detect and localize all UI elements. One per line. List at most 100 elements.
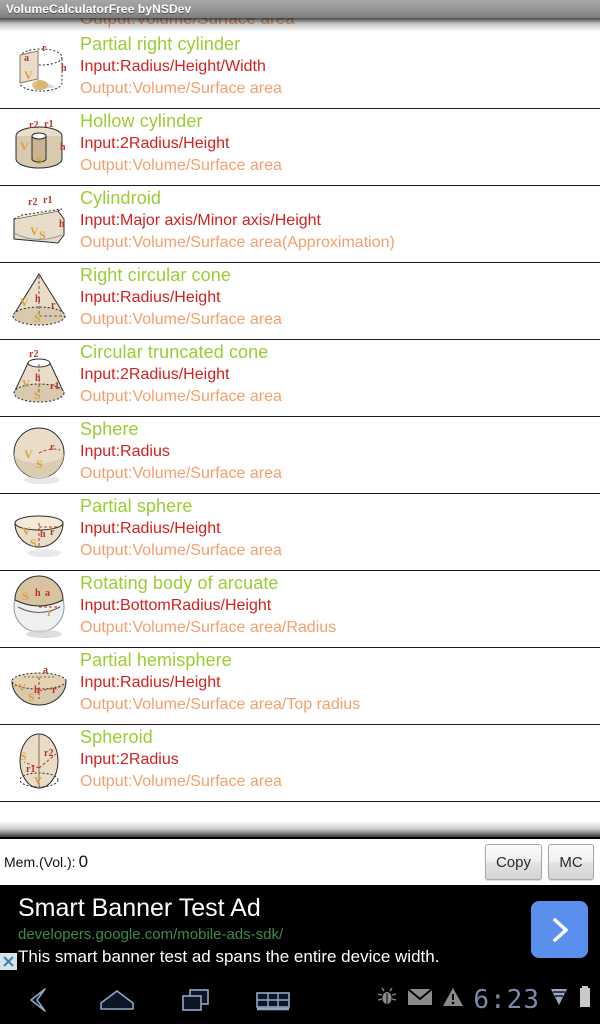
list-item-text: Spheroid Input:2Radius Output:Volume/Surfa…	[80, 725, 600, 793]
list-item-output: Output:Volume/Surface area	[80, 157, 282, 174]
list-item-input: Input:Radius	[80, 443, 170, 460]
keyboard-icon[interactable]	[234, 986, 312, 1014]
list-item-input: Input:Major axis/Minor axis/Height	[80, 212, 321, 229]
partial-hemisphere-icon: ah r VS	[4, 651, 74, 721]
status-icons: 6:23	[376, 985, 600, 1015]
clipped-previous-row: Output:Volume/Surface area	[0, 18, 600, 31]
right-circular-cone-icon: hr VS	[4, 266, 74, 336]
page-title: VolumeCalculatorFree byNSDev	[6, 2, 192, 16]
svg-text:r: r	[42, 43, 47, 54]
svg-text:S: S	[20, 749, 27, 763]
svg-text:r: r	[50, 442, 55, 453]
ad-description: This smart banner test ad spans the enti…	[18, 947, 440, 966]
svg-text:a: a	[43, 665, 48, 676]
list-item-title: Spheroid	[80, 727, 153, 747]
list-item[interactable]: hr VS Right circular cone Input:Radius/He…	[0, 263, 600, 340]
list-item-text: Circular truncated cone Input:2Radius/Hei…	[80, 340, 600, 408]
list-item[interactable]: hr VS Partial sphere Input:Radius/Height O…	[0, 494, 600, 571]
svg-text:r1: r1	[26, 764, 35, 775]
svg-text:S: S	[36, 153, 43, 167]
circular-truncated-cone-icon: r2 h r1 VS	[4, 343, 74, 413]
svg-text:h: h	[34, 685, 40, 696]
list-item[interactable]: r2 h r1 VS Circular truncated cone Input:2R…	[0, 340, 600, 417]
list-item[interactable]: r2 r1 SV Spheroid Input:2Radius Output:Volu…	[0, 725, 600, 802]
svg-text:V: V	[20, 295, 29, 309]
list-bottom-shadow	[0, 821, 600, 837]
svg-text:S: S	[34, 388, 41, 402]
list-item-output: Output:Volume/Surface area(Approximation…	[80, 234, 395, 251]
partial-right-cylinder-icon: a r h V	[4, 35, 74, 105]
svg-text:r2: r2	[28, 197, 37, 208]
list-item-text: Partial right cylinder Input:Radius/Heigh…	[80, 32, 600, 100]
svg-text:r2: r2	[44, 748, 53, 759]
svg-text:V: V	[30, 224, 39, 238]
list-item-text: Partial hemisphere Input:Radius/Height Out…	[80, 648, 600, 716]
list-item[interactable]: ah r VS Partial hemisphere Input:Radius/He…	[0, 648, 600, 725]
svg-text:h: h	[35, 373, 41, 384]
recent-apps-icon[interactable]	[156, 986, 234, 1014]
svg-text:r1: r1	[44, 119, 53, 130]
svg-text:S: S	[28, 690, 35, 704]
svg-text:h: h	[35, 294, 41, 305]
mail-icon	[407, 987, 434, 1012]
memory-bar: Mem.(Vol.): 0 Copy MC	[0, 837, 600, 885]
svg-text:a: a	[45, 588, 50, 599]
svg-text:a: a	[24, 53, 29, 64]
svg-text:r: r	[47, 607, 52, 619]
svg-text:S: S	[30, 536, 37, 550]
list-item-text: Sphere Input:Radius Output:Volume/Surface …	[80, 417, 600, 485]
svg-text:h: h	[61, 63, 67, 74]
list-item-title: Partial sphere	[80, 496, 193, 516]
list-item-title: Partial hemisphere	[80, 650, 232, 670]
list-item[interactable]: r VS Sphere Input:Radius Output:Volume/Sur…	[0, 417, 600, 494]
list-item-input: Input:2Radius/Height	[80, 366, 230, 383]
svg-text:V: V	[20, 139, 29, 153]
cylindroid-icon: r2 r1 h VS	[4, 189, 74, 259]
list-item-input: Input:2Radius/Height	[80, 135, 230, 152]
list-item[interactable]: a r h V Partial right cylinder Input:Radius…	[0, 32, 600, 109]
ad-url: developers.google.com/mobile-ads-sdk/	[18, 926, 284, 943]
list-item-text: Rotating body of arcuate Input:BottomRadi…	[80, 571, 600, 639]
list-item-title: Cylindroid	[80, 188, 162, 208]
list-item-output: Output:Volume/Surface area	[80, 773, 282, 790]
close-icon[interactable]	[0, 953, 17, 970]
list-item[interactable]: r2 r1 h VS Cylindroid Input:Major axis/Mino…	[0, 186, 600, 263]
svg-text:S: S	[22, 589, 29, 603]
svg-text:h: h	[35, 588, 41, 599]
list-item[interactable]: har S Rotating body of arcuate Input:Bott…	[0, 571, 600, 648]
copy-button[interactable]: Copy	[484, 844, 542, 880]
svg-text:S: S	[36, 457, 43, 471]
list-item-title: Right circular cone	[80, 265, 231, 285]
svg-text:V: V	[22, 378, 30, 390]
shape-list-scroll-area[interactable]: Output:Volume/Surface area arh V Partial…	[0, 18, 600, 837]
list-item-text: Hollow cylinder Input:2Radius/Height Outpu…	[80, 109, 600, 177]
list-item-output: Output:Volume/Surface area	[80, 388, 282, 405]
svg-text:V: V	[24, 447, 33, 461]
mc-button[interactable]: MC	[548, 844, 594, 880]
chevron-right-icon[interactable]	[531, 901, 588, 958]
sphere-icon: r VS	[4, 420, 74, 490]
list-item-title: Sphere	[80, 419, 139, 439]
list-item-input: Input:BottomRadius/Height	[80, 597, 272, 614]
spheroid-icon: r2 r1 SV	[4, 728, 74, 798]
list-item-output: Output:Volume/Surface area	[80, 542, 282, 559]
list-item[interactable]: r2 r1 h VS Hollow cylinder Input:2Radius/He…	[0, 109, 600, 186]
list-item-text: Cylindroid Input:Major axis/Minor axis/He…	[80, 186, 600, 254]
list-item-title: Partial right cylinder	[80, 34, 241, 54]
list-item-text: Right circular cone Input:Radius/Height Ou…	[80, 263, 600, 331]
back-icon[interactable]	[0, 986, 78, 1014]
svg-text:h: h	[59, 219, 65, 230]
svg-text:V: V	[24, 68, 33, 82]
svg-text:h: h	[40, 529, 46, 540]
rotating-body-of-arcuate-icon: har S	[4, 574, 74, 644]
list-item-title: Hollow cylinder	[80, 111, 203, 131]
list-item-output: Output:Volume/Surface area	[80, 80, 282, 97]
memory-value: 0	[78, 852, 89, 871]
svg-text:S: S	[39, 228, 46, 242]
ad-banner[interactable]: Smart Banner Test Ad developers.google.c…	[0, 885, 600, 975]
home-icon[interactable]	[78, 986, 156, 1014]
svg-text:r1: r1	[43, 195, 52, 206]
android-bug-icon	[376, 986, 398, 1013]
svg-text:r2: r2	[29, 349, 38, 360]
svg-text:r2: r2	[29, 120, 38, 131]
